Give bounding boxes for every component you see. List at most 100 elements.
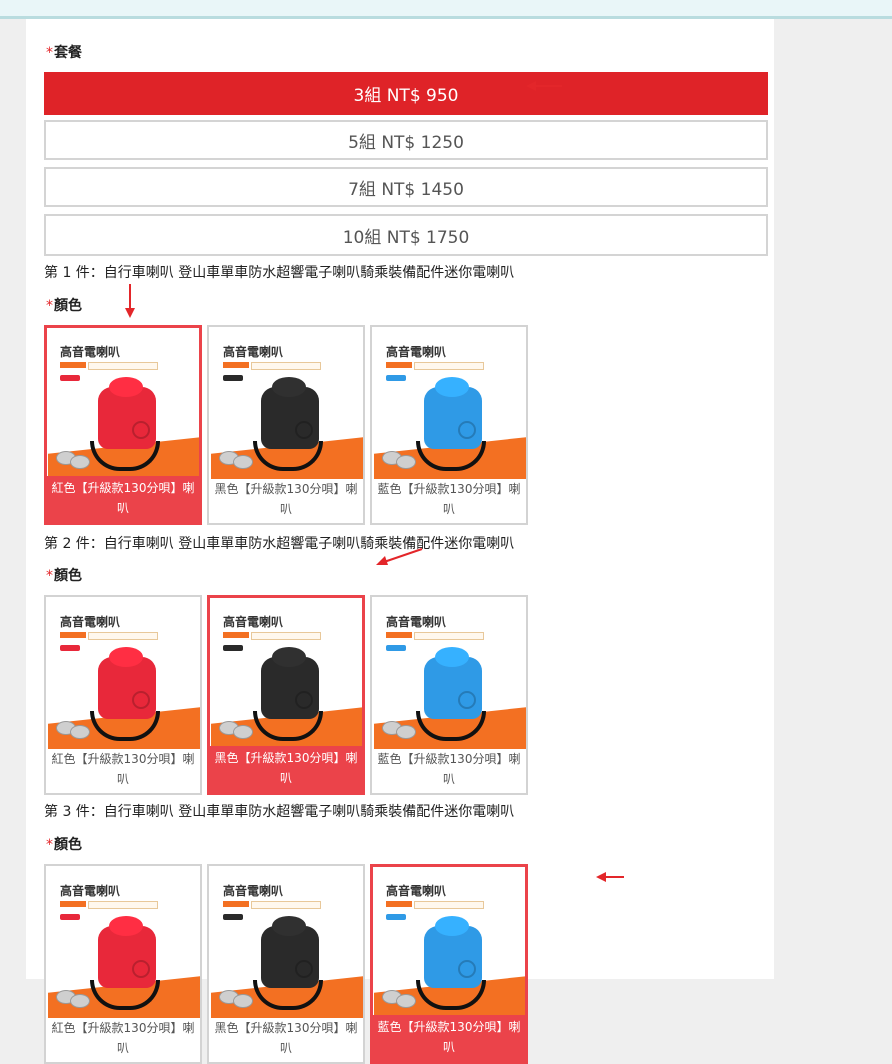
color-option-card[interactable]: 高音電喇叭 紅色【升級款130分唄】喇叭 (44, 595, 202, 795)
package-option-label: 3組 NT$ 950 (353, 86, 459, 106)
image-tag (223, 632, 249, 638)
image-tag (88, 632, 158, 640)
color-option-caption: 紅色【升級款130分唄】喇叭 (51, 1021, 195, 1055)
color-option-caption: 藍色【升級款130分唄】喇叭 (373, 1015, 525, 1061)
horn-button-icon (109, 647, 143, 667)
image-title: 高音電喇叭 (386, 345, 447, 359)
battery-icon (396, 994, 416, 1008)
image-title: 高音電喇叭 (223, 615, 284, 629)
battery-icon (233, 994, 253, 1008)
image-tag (386, 901, 412, 907)
image-color-tag (60, 914, 80, 920)
horn-dial-icon (295, 691, 313, 709)
image-tag (88, 362, 158, 370)
product-image: 高音電喇叭 (374, 599, 526, 749)
item-1-color-label: *顏色 (46, 295, 82, 315)
annotation-arrow-icon (376, 548, 423, 565)
image-title: 高音電喇叭 (386, 884, 447, 898)
horn-button-icon (109, 377, 143, 397)
horn-dial-icon (295, 960, 313, 978)
image-tag (386, 362, 412, 368)
battery-icon (70, 725, 90, 739)
package-option-10[interactable]: 10組 NT$ 1750 (44, 214, 768, 256)
horn-button-icon (435, 377, 469, 397)
required-mark: * (46, 568, 53, 584)
color-option-card[interactable]: 高音電喇叭藍色【升級款130分唄】喇叭 (370, 864, 528, 1064)
color-option-card[interactable]: 高音電喇叭藍色【升級款130分唄】喇叭 (370, 325, 528, 525)
battery-icon (396, 455, 416, 469)
color-option-card[interactable]: 高音電喇叭黑色【升級款130分唄】喇叭 (207, 595, 365, 795)
horn-button-icon (272, 916, 306, 936)
package-option-3[interactable]: 3組 NT$ 950 (44, 72, 768, 115)
horn-dial-icon (458, 421, 476, 439)
required-mark: * (46, 837, 53, 853)
color-label-text: 顏色 (54, 837, 82, 853)
image-color-tag (223, 645, 243, 651)
color-option-caption: 黑色【升級款130分唄】喇叭 (210, 746, 362, 792)
image-color-tag (386, 914, 406, 920)
color-option-card[interactable]: 高音電喇叭紅色【升級款130分唄】喇叭 (44, 325, 202, 525)
product-image: 高音電喇叭 (374, 868, 525, 1018)
image-tag (223, 362, 249, 368)
horn-dial-icon (295, 421, 313, 439)
product-image: 高音電喇叭 (211, 329, 363, 479)
product-image: 高音電喇叭 (48, 329, 199, 479)
image-tag (386, 632, 412, 638)
horn-icon (261, 377, 319, 449)
image-color-tag (60, 645, 80, 651)
product-image: 高音電喇叭 (48, 599, 200, 749)
horn-dial-icon (132, 691, 150, 709)
package-option-label: 7組 NT$ 1450 (348, 179, 464, 200)
horn-icon (424, 377, 482, 449)
annotation-arrow-icon (526, 81, 562, 91)
annotation-arrow-icon (125, 284, 135, 318)
package-option-7[interactable]: 7組 NT$ 1450 (44, 167, 768, 207)
horn-button-icon (109, 916, 143, 936)
item-3-title: 第 3 件：自行車喇叭 登山車單車防水超響電子喇叭騎乘裝備配件迷你電喇叭 (44, 804, 515, 820)
image-color-tag (386, 375, 406, 381)
annotation-arrow-icon (596, 872, 624, 882)
battery-icon (70, 994, 90, 1008)
color-option-caption: 黑色【升級款130分唄】喇叭 (214, 1021, 358, 1055)
horn-button-icon (435, 647, 469, 667)
image-tag (251, 632, 321, 640)
color-label-text: 顏色 (54, 568, 82, 584)
color-option-card[interactable]: 高音電喇叭 黑色【升級款130分唄】喇叭 (207, 325, 365, 525)
horn-button-icon (272, 377, 306, 397)
image-tag (414, 901, 484, 909)
package-label-text: 套餐 (54, 45, 82, 61)
horn-icon (261, 647, 319, 719)
image-color-tag (60, 375, 80, 381)
image-title: 高音電喇叭 (60, 615, 121, 629)
image-color-tag (223, 375, 243, 381)
color-option-card[interactable]: 高音電喇叭 紅色【升級款130分唄】喇叭 (44, 864, 202, 1064)
color-option-caption: 紅色【升級款130分唄】喇叭 (47, 476, 199, 522)
color-option-card[interactable]: 高音電喇叭黑色【升級款130分唄】喇叭 (207, 864, 365, 1064)
image-tag (251, 901, 321, 909)
horn-icon (424, 647, 482, 719)
item-2-title: 第 2 件：自行車喇叭 登山車單車防水超響電子喇叭騎乘裝備配件迷你電喇叭 (44, 536, 515, 552)
required-mark: * (46, 298, 53, 314)
item-3-color-label: *顏色 (46, 834, 82, 854)
horn-dial-icon (132, 960, 150, 978)
image-title: 高音電喇叭 (60, 345, 121, 359)
package-option-5[interactable]: 5組 NT$ 1250 (44, 120, 768, 160)
color-option-caption: 黑色【升級款130分唄】喇叭 (214, 482, 358, 516)
color-option-caption: 藍色【升級款130分唄】喇叭 (377, 752, 521, 786)
battery-icon (396, 725, 416, 739)
color-option-card[interactable]: 高音電喇叭 藍色【升級款130分唄】喇叭 (370, 595, 528, 795)
horn-dial-icon (458, 960, 476, 978)
horn-dial-icon (458, 691, 476, 709)
color-option-caption: 藍色【升級款130分唄】喇叭 (377, 482, 521, 516)
image-tag (60, 632, 86, 638)
image-tag (223, 901, 249, 907)
required-mark: * (46, 45, 53, 61)
horn-button-icon (272, 647, 306, 667)
image-tag (60, 362, 86, 368)
image-color-tag (386, 645, 406, 651)
battery-icon (233, 455, 253, 469)
item-2-color-label: *顏色 (46, 565, 82, 585)
color-label-text: 顏色 (54, 298, 82, 314)
image-title: 高音電喇叭 (223, 884, 284, 898)
package-label: *套餐 (46, 42, 82, 62)
